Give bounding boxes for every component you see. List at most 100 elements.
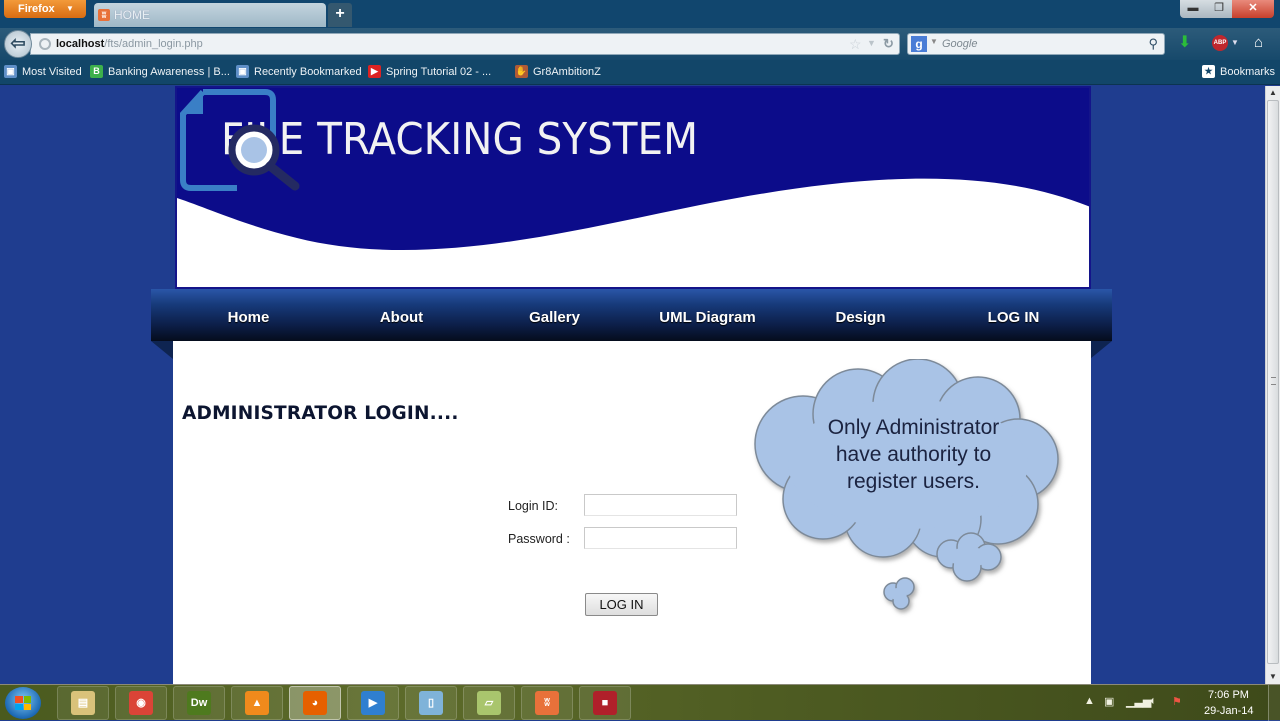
clock-date[interactable]: 29-Jan-14: [1204, 705, 1254, 717]
windows-taskbar: ▤ ◉ Dw ▲ ◕ ▶ ▯ ▱ ʬ ■ ▲ ▣ ▁▃▅ 🔈︎ ⚑ 7:06 PM 29-Jan-…: [0, 684, 1280, 721]
url-text[interactable]: localhost/fts/admin_login.php: [56, 38, 203, 50]
bookmark-recently-bookmarked[interactable]: ▣ Recently Bookmarked: [236, 65, 362, 78]
login-heading: ADMINISTRATOR LOGIN....: [182, 403, 459, 424]
taskbar-app-notes[interactable]: ▱: [463, 686, 515, 720]
site-navigation: Home About Gallery UML Diagram Design LO…: [151, 289, 1112, 341]
taskbar-app-dreamweaver[interactable]: Dw: [173, 686, 225, 720]
search-placeholder: Google: [942, 38, 978, 50]
nav-home[interactable]: Home: [172, 289, 325, 341]
vertical-scrollbar[interactable]: ▲ ▼: [1265, 86, 1280, 684]
google-engine-icon[interactable]: g: [911, 36, 927, 52]
taskbar-app-media-player[interactable]: ▶: [347, 686, 399, 720]
network-signal-icon[interactable]: ▁▃▅: [1126, 695, 1151, 708]
taskbar-app-firefox[interactable]: ◕: [289, 686, 341, 720]
back-arrow-icon: ⇦: [10, 33, 26, 53]
close-button[interactable]: ✕: [1232, 0, 1274, 18]
action-center-flag-icon[interactable]: ⚑: [1172, 695, 1182, 708]
firefox-menu-button[interactable]: Firefox ▼: [4, 0, 86, 18]
cloud-line: register users.: [846, 470, 981, 493]
login-submit-button[interactable]: LOG IN: [585, 593, 658, 616]
adblock-icon[interactable]: ABP: [1212, 35, 1228, 51]
bookmark-label: Banking Awareness | B...: [108, 65, 230, 78]
taskbar-app-recorder[interactable]: ■: [579, 686, 631, 720]
xampp-icon: ʬ: [535, 691, 559, 715]
bookmark-label: Recently Bookmarked: [254, 65, 362, 78]
url-bar[interactable]: localhost/fts/admin_login.php ☆ ▼ ↻: [30, 33, 900, 55]
chevron-down-icon: ▼: [66, 4, 74, 13]
show-desktop-button[interactable]: [1268, 685, 1280, 721]
cloud-message: Only Administrator have authority to reg…: [781, 414, 1046, 495]
bookmark-label: Gr8AmbitionZ: [533, 65, 601, 78]
bookmark-spring-tutorial[interactable]: ▶ Spring Tutorial 02 - ...: [368, 65, 491, 78]
volume-icon[interactable]: 🔈︎: [1150, 695, 1157, 708]
taskbar-app-chrome[interactable]: ◉: [115, 686, 167, 720]
password-input[interactable]: [584, 527, 737, 549]
web-page: FILE TRACKING SYSTEM Home About Gallery …: [0, 86, 1265, 684]
notes-icon: ▱: [477, 691, 501, 715]
file-search-logo-icon: [180, 89, 300, 191]
nav-ribbon-fold-right: [1090, 341, 1112, 359]
bookmarks-star-icon: ★: [1202, 65, 1215, 78]
nav-design[interactable]: Design: [784, 289, 937, 341]
bookmarks-menu-button[interactable]: ★ Bookmarks: [1202, 65, 1275, 78]
url-path: /fts/admin_login.php: [104, 38, 203, 50]
chrome-icon: ◉: [129, 691, 153, 715]
site-header-banner: FILE TRACKING SYSTEM: [175, 86, 1091, 289]
taskbar-app-notepad[interactable]: ▯: [405, 686, 457, 720]
nav-log-in[interactable]: LOG IN: [937, 289, 1090, 341]
cloud-line: Only Administrator: [827, 416, 1000, 439]
bookmark-most-visited[interactable]: ▣ Most Visited: [4, 65, 82, 78]
url-host: localhost: [56, 38, 105, 50]
taskbar-app-explorer[interactable]: ▤: [57, 686, 109, 720]
browser-title-bar: Firefox ▼ ʬ HOME + ▬ ❐ ✕: [0, 0, 1280, 28]
xampp-favicon-icon: ʬ: [98, 9, 110, 21]
new-tab-button[interactable]: +: [328, 3, 352, 27]
reload-icon[interactable]: ↻: [883, 36, 894, 52]
search-bar[interactable]: g ▼ Google ⚲: [907, 33, 1165, 55]
vlc-icon: ▲: [245, 691, 269, 715]
bookmark-gr8ambitionz[interactable]: ✋ Gr8AmbitionZ: [515, 65, 601, 78]
download-icon[interactable]: ⬇: [1178, 35, 1192, 51]
tab-home[interactable]: ʬ HOME: [94, 3, 326, 27]
minimize-button[interactable]: ▬: [1180, 0, 1206, 18]
scrollbar-thumb[interactable]: [1267, 100, 1279, 664]
media-player-icon: ▶: [361, 691, 385, 715]
power-icon[interactable]: ▣: [1104, 695, 1114, 708]
b-icon: B: [90, 65, 103, 78]
clock-time[interactable]: 7:06 PM: [1208, 689, 1249, 701]
bookmark-star-icon[interactable]: ☆: [849, 36, 862, 53]
dreamweaver-icon: Dw: [187, 691, 211, 715]
scroll-up-arrow-icon[interactable]: ▲: [1266, 86, 1280, 100]
youtube-icon: ▶: [368, 65, 381, 78]
cloud-bubble-small: [883, 577, 915, 610]
window-controls: ▬ ❐ ✕: [1180, 0, 1274, 18]
maximize-button[interactable]: ❐: [1206, 0, 1232, 18]
bookmarks-toolbar: ▣ Most Visited B Banking Awareness | B..…: [0, 60, 1280, 85]
adblock-dropdown-icon[interactable]: ▼: [1231, 38, 1239, 47]
folder-icon: ▣: [4, 65, 17, 78]
back-button[interactable]: ⇦: [4, 30, 32, 58]
engine-dropdown-icon[interactable]: ▼: [930, 37, 938, 46]
tab-title: HOME: [114, 8, 150, 22]
start-button[interactable]: [5, 687, 41, 719]
nav-gallery[interactable]: Gallery: [478, 289, 631, 341]
windows-logo-icon: [15, 696, 31, 710]
explorer-icon: ▤: [71, 691, 95, 715]
search-icon[interactable]: ⚲: [1148, 36, 1158, 52]
browser-navigation-bar: localhost/fts/admin_login.php ☆ ▼ ↻ ⇦ g …: [0, 28, 1280, 60]
password-label: Password :: [508, 532, 570, 546]
home-icon[interactable]: ⌂: [1254, 34, 1263, 51]
scroll-down-arrow-icon[interactable]: ▼: [1266, 670, 1280, 684]
bookmark-banking-awareness[interactable]: B Banking Awareness | B...: [90, 65, 230, 78]
nav-about[interactable]: About: [325, 289, 478, 341]
taskbar-app-xampp[interactable]: ʬ: [521, 686, 573, 720]
taskbar-app-vlc[interactable]: ▲: [231, 686, 283, 720]
nav-uml-diagram[interactable]: UML Diagram: [631, 289, 784, 341]
bookmark-label: Most Visited: [22, 65, 82, 78]
globe-icon: [39, 38, 51, 50]
content-area: ADMINISTRATOR LOGIN.... Login ID: Passwo…: [173, 341, 1091, 684]
login-id-input[interactable]: [584, 494, 737, 516]
show-hidden-icons-icon[interactable]: ▲: [1084, 695, 1095, 707]
history-dropdown-icon[interactable]: ▼: [867, 38, 876, 48]
cloud-line: have authority to: [835, 443, 992, 466]
